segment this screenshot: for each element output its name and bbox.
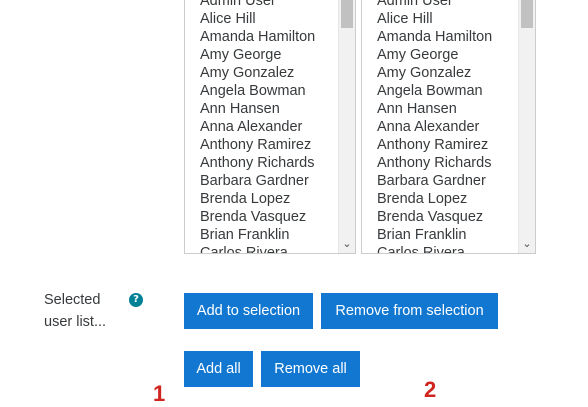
user-option[interactable]: Ann Hansen [185,100,337,118]
scrollbar-thumb[interactable] [341,0,353,28]
user-option[interactable]: Amanda Hamilton [362,28,517,46]
add-to-selection-button[interactable]: Add to selection [184,293,313,329]
scrollbar[interactable]: ⌄ [518,0,535,253]
user-option[interactable]: Anthony Richards [185,154,337,172]
user-option[interactable]: Amy George [185,46,337,64]
available-users-listbox[interactable]: Admin User Alice Hill Amanda Hamilton Amy G… [184,0,356,254]
listbox-options: Admin User Alice Hill Amanda Hamilton Amy G… [185,0,337,253]
scroll-down-icon[interactable]: ⌄ [339,237,355,251]
listbox-options: Admin User Alice Hill Amanda Hamilton Amy G… [362,0,517,253]
scroll-down-icon[interactable]: ⌄ [519,237,535,251]
user-option[interactable]: Amanda Hamilton [185,28,337,46]
user-option[interactable]: Anna Alexander [185,118,337,136]
user-option[interactable]: Carlos Rivera [362,244,517,253]
user-option[interactable]: Anthony Ramirez [362,136,517,154]
user-option[interactable]: Ann Hansen [362,100,517,118]
field-label: Selected user list... [44,292,107,330]
user-option[interactable]: Amy Gonzalez [185,64,337,82]
scrollbar[interactable]: ⌄ [338,0,355,253]
remove-from-selection-button[interactable]: Remove from selection [321,293,498,329]
user-option[interactable]: Carlos Rivera [185,244,337,253]
user-option[interactable]: Anthony Richards [362,154,517,172]
user-option[interactable]: Brian Franklin [185,226,337,244]
user-option[interactable]: Brenda Lopez [362,190,517,208]
user-option[interactable]: Anna Alexander [362,118,517,136]
user-option[interactable]: Brenda Vasquez [185,208,337,226]
user-option[interactable]: Barbara Gardner [362,172,517,190]
user-option[interactable]: Brenda Vasquez [362,208,517,226]
help-icon[interactable]: ? [129,293,143,307]
selected-users-listbox[interactable]: Admin User Alice Hill Amanda Hamilton Amy G… [361,0,536,254]
user-option[interactable]: Barbara Gardner [185,172,337,190]
user-option[interactable]: Admin User [185,0,337,10]
annotation-marker-1: 1 [153,381,166,406]
user-option[interactable]: Brenda Lopez [185,190,337,208]
user-option[interactable]: Alice Hill [362,10,517,28]
user-option[interactable]: Angela Bowman [362,82,517,100]
user-option[interactable]: Amy George [362,46,517,64]
annotation-marker-2: 2 [424,377,437,402]
user-option[interactable]: Brian Franklin [362,226,517,244]
user-option[interactable]: Angela Bowman [185,82,337,100]
add-all-button[interactable]: Add all [184,351,253,387]
remove-all-button[interactable]: Remove all [261,351,360,387]
scrollbar-thumb[interactable] [521,0,533,28]
user-option[interactable]: Alice Hill [185,10,337,28]
user-option[interactable]: Amy Gonzalez [362,64,517,82]
user-option[interactable]: Anthony Ramirez [185,136,337,154]
user-option[interactable]: Admin User [362,0,517,10]
